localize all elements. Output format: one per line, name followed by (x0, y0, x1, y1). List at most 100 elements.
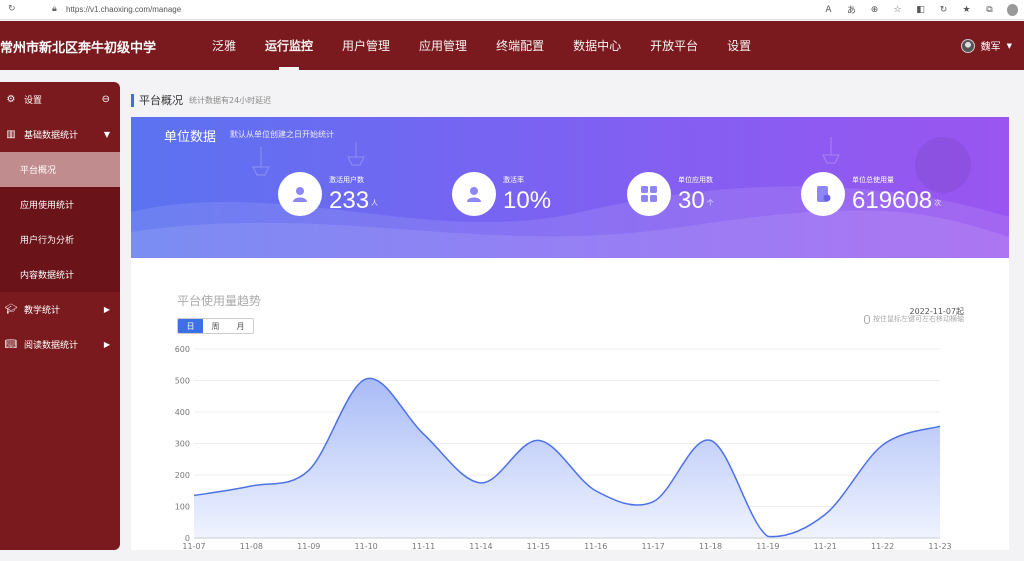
browser-toolbar: ↻ 🔒︎ https://v1.chaoxing.com/manage A あ … (0, 0, 1024, 20)
nav-item-open-platform[interactable]: 开放平台 (638, 21, 710, 70)
stat-value: 233 (329, 187, 370, 214)
sidebar-item-settings[interactable]: ⚙ 设置 ⊖ (0, 82, 120, 117)
book-icon: 📖︎ (4, 339, 18, 350)
stat-label: 单位应用数 (678, 176, 713, 184)
user-icon (278, 172, 322, 216)
sidebar-item-content-stats[interactable]: 内容数据统计 (0, 257, 120, 292)
x-tick-label: 11-11 (412, 542, 435, 550)
stat-label: 激活用户数 (329, 176, 364, 184)
usage-trend-chart[interactable]: 010020030040050060011-07 11-08 11-09 11-10 1… (131, 258, 1009, 550)
top-nav: 泛雅 运行监控 用户管理 应用管理 终端配置 数据中心 开放平台 设置 (200, 21, 768, 70)
y-tick-label: 400 (175, 408, 190, 417)
caret-right-icon: ▶ (103, 305, 110, 314)
sidebar-item-platform-overview[interactable]: 平台概况 (0, 152, 120, 187)
y-tick-label: 200 (175, 471, 190, 480)
stat-app-count: 单位应用数 30 个 (627, 172, 714, 216)
nav-item-users[interactable]: 用户管理 (330, 21, 402, 70)
collections-icon[interactable]: ⧉ (984, 5, 995, 15)
gear-icon: ⚙ (6, 94, 16, 105)
area-fill (194, 378, 940, 538)
page-title: 平台概况 (139, 94, 183, 107)
y-tick-label: 300 (175, 440, 190, 449)
reload-icon[interactable]: ↻ (8, 4, 16, 14)
sidebar-item-label: 阅读数据统计 (24, 341, 79, 351)
stat-value: 619608 (852, 187, 933, 214)
chevron-down-icon: ▼ (1006, 41, 1012, 50)
collapse-circle-icon[interactable]: ⊖ (102, 94, 110, 105)
refresh-icon[interactable]: ↻ (938, 5, 949, 15)
sidebar-item-user-behavior[interactable]: 用户行为分析 (0, 222, 120, 257)
x-tick-label: 11-10 (355, 542, 378, 550)
sidebar-submenu: 平台概况 应用使用统计 用户行为分析 内容数据统计 (0, 152, 120, 292)
page-heading: 平台概况 统计数据有24小时延迟 (131, 92, 271, 108)
stat-active-users: 激活用户数 233 人 (278, 172, 378, 216)
y-tick-label: 100 (175, 503, 190, 512)
nav-item-data-center[interactable]: 数据中心 (561, 21, 633, 70)
y-tick-label: 500 (175, 377, 190, 386)
x-tick-label: 11-09 (297, 542, 320, 550)
favorite-add-icon[interactable]: ☆ (892, 5, 903, 15)
sidebar-item-basic-stats[interactable]: ▥ 基础数据统计 ▼ (0, 117, 120, 152)
sidebar: ⚙ 设置 ⊖ ▥ 基础数据统计 ▼ 平台概况 应用使用统计 用户行为分析 内容数… (0, 82, 120, 550)
nav-item-apps[interactable]: 应用管理 (407, 21, 479, 70)
read-aloud-icon[interactable]: A (823, 5, 834, 15)
graduation-cap-icon: 🎓︎ (4, 304, 18, 315)
avatar (960, 38, 975, 53)
stat-label: 激活率 (503, 176, 524, 184)
stat-unit: 次 (934, 199, 942, 207)
extension-icon[interactable]: ◧ (915, 5, 926, 15)
favorites-icon[interactable]: ★ (961, 5, 972, 15)
heading-accent (131, 93, 134, 107)
caret-right-icon: ▶ (103, 340, 110, 349)
school-name: 常州市新北区奔牛初级中学 (0, 40, 157, 55)
unit-data-banner: 单位数据 默认从单位创建之日开始统计 激活用户数 233 人 激活率 10% 单… (131, 117, 1009, 258)
sidebar-item-teaching[interactable]: 🎓︎ 教学统计 ▶ (0, 292, 120, 327)
x-tick-label: 11-15 (527, 542, 550, 550)
nav-item-fanya[interactable]: 泛雅 (200, 21, 248, 70)
x-tick-label: 11-18 (699, 542, 722, 550)
user-name: 魏军 (980, 42, 1001, 53)
browser-actions: A あ ⊕ ☆ ◧ ↻ ★ ⧉ (823, 3, 1018, 16)
usage-document-icon (801, 172, 845, 216)
x-tick-label: 11-19 (756, 542, 779, 550)
stat-label: 单位总使用量 (852, 176, 894, 184)
x-tick-label: 11-16 (584, 542, 607, 550)
stat-value: 10% (503, 187, 552, 214)
profile-icon[interactable] (1007, 3, 1018, 16)
nav-item-settings[interactable]: 设置 (715, 21, 763, 70)
apps-grid-icon (627, 172, 671, 216)
address-bar[interactable]: https://v1.chaoxing.com/manage (66, 5, 181, 14)
user-active-icon (452, 172, 496, 216)
stat-total-usage: 单位总使用量 619608 次 (801, 172, 941, 216)
sidebar-item-label: 教学统计 (24, 306, 61, 316)
x-tick-label: 11-08 (240, 542, 263, 550)
x-tick-label: 11-07 (182, 542, 205, 550)
nav-item-monitoring[interactable]: 运行监控 (253, 21, 325, 70)
x-tick-label: 11-14 (469, 542, 492, 550)
zoom-icon[interactable]: ⊕ (869, 5, 880, 15)
caret-down-icon: ▼ (103, 130, 110, 139)
banner-subtitle: 默认从单位创建之日开始统计 (230, 130, 334, 139)
usage-trend-card: 平台使用量趋势 日 周 月 2022-11-07起 按住鼠标左键可左右移动横轴 … (131, 258, 1009, 550)
page-note: 统计数据有24小时延迟 (189, 95, 272, 105)
app-header: 常州市新北区奔牛初级中学 泛雅 运行监控 用户管理 应用管理 终端配置 数据中心… (0, 21, 1024, 70)
stat-unit: 人 (371, 199, 379, 207)
x-tick-label: 11-17 (641, 542, 664, 550)
sidebar-item-reading[interactable]: 📖︎ 阅读数据统计 ▶ (0, 327, 120, 362)
banner-title: 单位数据 (164, 130, 217, 145)
sidebar-item-app-usage[interactable]: 应用使用统计 (0, 187, 120, 222)
user-menu[interactable]: 魏军 ▼ (960, 38, 1012, 53)
stat-unit: 个 (706, 199, 714, 207)
y-tick-label: 600 (175, 345, 190, 354)
stat-value: 30 (678, 187, 705, 214)
translate-icon[interactable]: あ (846, 3, 857, 16)
x-tick-label: 11-22 (871, 542, 894, 550)
x-tick-label: 11-21 (814, 542, 837, 550)
lock-icon: 🔒︎ (52, 4, 57, 14)
x-tick-label: 11-23 (928, 542, 951, 550)
sidebar-item-label: 设置 (24, 96, 43, 106)
nav-item-terminal[interactable]: 终端配置 (484, 21, 556, 70)
sidebar-item-label: 基础数据统计 (24, 131, 79, 141)
stat-activation-rate: 激活率 10% (452, 172, 551, 216)
bar-chart-icon: ▥ (6, 129, 16, 140)
